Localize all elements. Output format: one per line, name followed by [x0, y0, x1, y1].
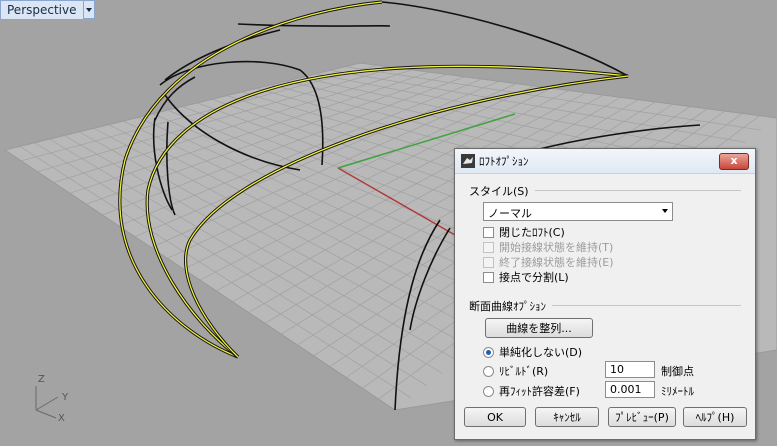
- radio-dot[interactable]: [483, 346, 494, 358]
- match-start-tangent-label: 開始接線状態を維持(T): [499, 241, 614, 254]
- preview-button[interactable]: ﾌﾟﾚﾋﾞｭｰ(P): [608, 407, 676, 427]
- rebuild-radio[interactable]: ﾘﾋﾞﾙﾄﾞ(R): [483, 364, 548, 378]
- checkbox-box[interactable]: [483, 271, 494, 283]
- refit-tolerance-radio[interactable]: 再ﾌｨｯﾄ許容差(F): [483, 384, 580, 398]
- dialog-title: ﾛﾌﾄｵﾌﾟｼｮﾝ: [479, 155, 529, 168]
- viewport-title-tab[interactable]: Perspective: [0, 0, 95, 20]
- rebuild-label: ﾘﾋﾞﾙﾄﾞ(R): [499, 365, 549, 378]
- do-not-simplify-label: 単純化しない(D): [499, 346, 583, 359]
- viewport-menu-chevron-down-icon[interactable]: [83, 0, 95, 19]
- ok-button[interactable]: OK: [464, 407, 526, 427]
- match-end-tangent-checkbox[interactable]: 終了接線状態を維持(E): [483, 255, 614, 269]
- dialog-titlebar[interactable]: ﾛﾌﾄｵﾌﾟｼｮﾝ x: [455, 149, 755, 174]
- axis-y-label: Y: [62, 392, 69, 403]
- rebuild-unit-label: 制御点: [661, 365, 694, 378]
- viewport-name[interactable]: Perspective: [0, 0, 84, 20]
- align-curves-button[interactable]: 曲線を整列...: [485, 318, 593, 338]
- style-section-header: スタイル(S): [469, 183, 741, 199]
- chevron-down-icon: [662, 209, 668, 213]
- match-start-tangent-checkbox[interactable]: 開始接線状態を維持(T): [483, 240, 613, 254]
- axis-x-label: X: [58, 413, 65, 424]
- refit-tolerance-label: 再ﾌｨｯﾄ許容差(F): [499, 385, 580, 398]
- cross-section-header: 断面曲線ｵﾌﾟｼｮﾝ: [469, 298, 741, 314]
- split-at-tangents-label: 接点で分割(L): [499, 271, 569, 284]
- refit-tolerance-input[interactable]: 0.001: [605, 381, 655, 398]
- rebuild-points-input[interactable]: 10: [605, 361, 655, 378]
- split-at-tangents-checkbox[interactable]: 接点で分割(L): [483, 270, 569, 284]
- loft-options-dialog: ﾛﾌﾄｵﾌﾟｼｮﾝ x スタイル(S) ノーマル 閉じたﾛﾌﾄ(C) 開始接線状…: [454, 148, 756, 440]
- style-dropdown[interactable]: ノーマル: [483, 202, 673, 221]
- closed-loft-checkbox[interactable]: 閉じたﾛﾌﾄ(C): [483, 225, 565, 239]
- match-end-tangent-label: 終了接線状態を維持(E): [499, 256, 614, 269]
- radio-dot[interactable]: [483, 365, 494, 377]
- radio-dot[interactable]: [483, 385, 494, 397]
- help-button[interactable]: ﾍﾙﾌﾟ(H): [683, 407, 747, 427]
- do-not-simplify-radio[interactable]: 単純化しない(D): [483, 345, 582, 359]
- refit-unit-label: ﾐﾘﾒｰﾄﾙ: [661, 385, 694, 398]
- axis-z-label: Z: [38, 374, 45, 385]
- close-button[interactable]: x: [719, 153, 749, 170]
- checkbox-box[interactable]: [483, 241, 494, 253]
- cross-section-label: 断面曲線ｵﾌﾟｼｮﾝ: [469, 298, 552, 314]
- rhino-app-icon: [461, 154, 475, 168]
- cancel-button[interactable]: ｷｬﾝｾﾙ: [535, 407, 599, 427]
- style-dropdown-value: ノーマル: [488, 207, 532, 220]
- style-section-label: スタイル(S): [469, 183, 535, 199]
- checkbox-box[interactable]: [483, 256, 494, 268]
- closed-loft-label: 閉じたﾛﾌﾄ(C): [499, 226, 565, 239]
- checkbox-box[interactable]: [483, 226, 494, 238]
